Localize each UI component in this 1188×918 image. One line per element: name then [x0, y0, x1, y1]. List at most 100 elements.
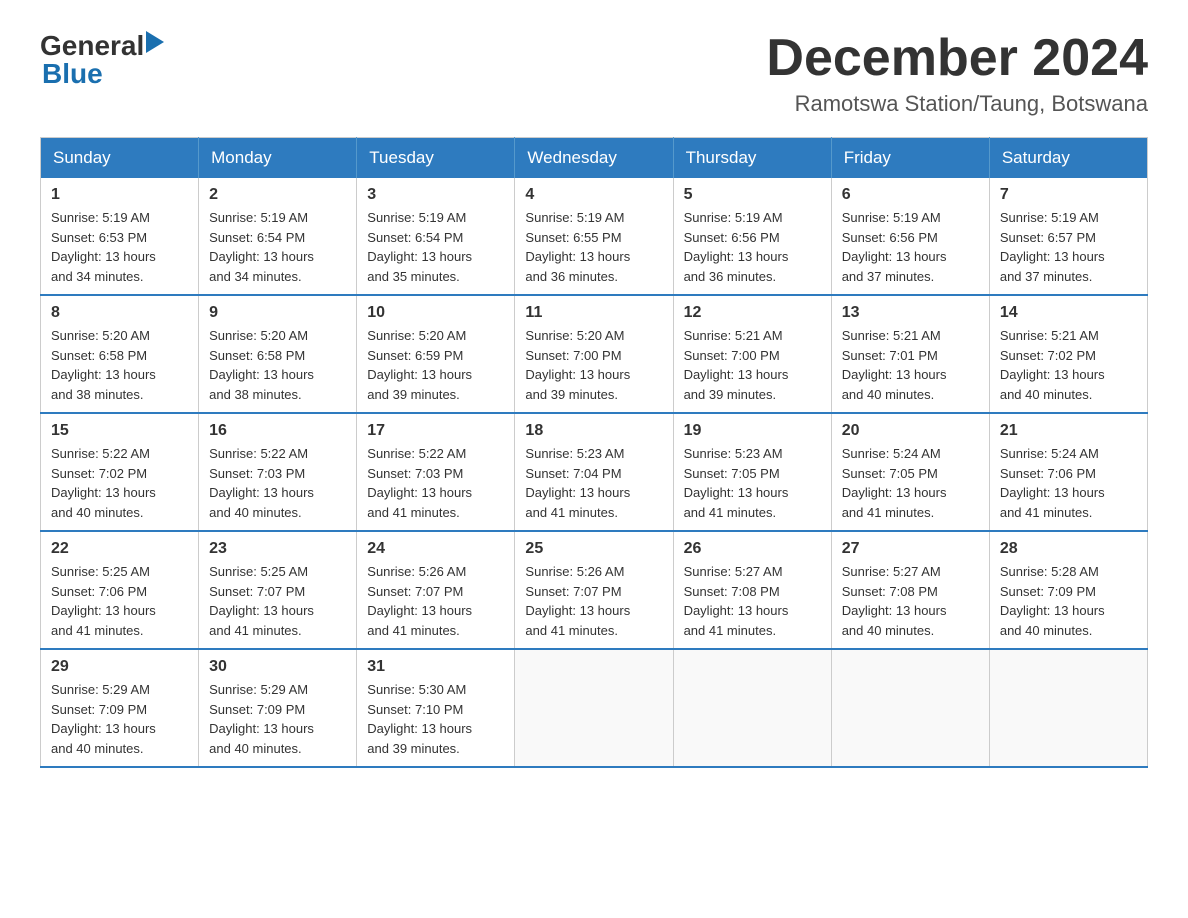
- day-number: 26: [684, 540, 821, 558]
- calendar-cell: 3 Sunrise: 5:19 AM Sunset: 6:54 PM Dayli…: [357, 178, 515, 295]
- calendar-cell: 1 Sunrise: 5:19 AM Sunset: 6:53 PM Dayli…: [41, 178, 199, 295]
- calendar-week-row: 29 Sunrise: 5:29 AM Sunset: 7:09 PM Dayl…: [41, 649, 1148, 767]
- calendar-cell: 15 Sunrise: 5:22 AM Sunset: 7:02 PM Dayl…: [41, 413, 199, 531]
- day-info: Sunrise: 5:30 AM Sunset: 7:10 PM Dayligh…: [367, 680, 504, 758]
- day-info: Sunrise: 5:21 AM Sunset: 7:01 PM Dayligh…: [842, 326, 979, 404]
- day-info: Sunrise: 5:19 AM Sunset: 6:54 PM Dayligh…: [367, 208, 504, 286]
- day-number: 24: [367, 540, 504, 558]
- day-number: 23: [209, 540, 346, 558]
- calendar-cell: 6 Sunrise: 5:19 AM Sunset: 6:56 PM Dayli…: [831, 178, 989, 295]
- day-info: Sunrise: 5:29 AM Sunset: 7:09 PM Dayligh…: [209, 680, 346, 758]
- calendar-cell: 23 Sunrise: 5:25 AM Sunset: 7:07 PM Dayl…: [199, 531, 357, 649]
- calendar-cell: 12 Sunrise: 5:21 AM Sunset: 7:00 PM Dayl…: [673, 295, 831, 413]
- day-number: 29: [51, 658, 188, 676]
- calendar-header-monday: Monday: [199, 138, 357, 179]
- calendar-cell: 30 Sunrise: 5:29 AM Sunset: 7:09 PM Dayl…: [199, 649, 357, 767]
- day-number: 1: [51, 186, 188, 204]
- calendar-cell: [831, 649, 989, 767]
- logo-triangle-icon: [146, 31, 164, 53]
- title-section: December 2024 Ramotswa Station/Taung, Bo…: [766, 30, 1148, 117]
- calendar-cell: [515, 649, 673, 767]
- calendar-cell: 5 Sunrise: 5:19 AM Sunset: 6:56 PM Dayli…: [673, 178, 831, 295]
- month-title: December 2024: [766, 30, 1148, 87]
- calendar-header-saturday: Saturday: [989, 138, 1147, 179]
- day-info: Sunrise: 5:19 AM Sunset: 6:54 PM Dayligh…: [209, 208, 346, 286]
- day-number: 20: [842, 422, 979, 440]
- day-info: Sunrise: 5:23 AM Sunset: 7:04 PM Dayligh…: [525, 444, 662, 522]
- day-info: Sunrise: 5:21 AM Sunset: 7:00 PM Dayligh…: [684, 326, 821, 404]
- calendar-header-wednesday: Wednesday: [515, 138, 673, 179]
- day-info: Sunrise: 5:19 AM Sunset: 6:55 PM Dayligh…: [525, 208, 662, 286]
- calendar-week-row: 1 Sunrise: 5:19 AM Sunset: 6:53 PM Dayli…: [41, 178, 1148, 295]
- calendar-cell: 22 Sunrise: 5:25 AM Sunset: 7:06 PM Dayl…: [41, 531, 199, 649]
- day-number: 7: [1000, 186, 1137, 204]
- day-number: 25: [525, 540, 662, 558]
- day-info: Sunrise: 5:22 AM Sunset: 7:02 PM Dayligh…: [51, 444, 188, 522]
- calendar-cell: 26 Sunrise: 5:27 AM Sunset: 7:08 PM Dayl…: [673, 531, 831, 649]
- day-number: 31: [367, 658, 504, 676]
- day-number: 5: [684, 186, 821, 204]
- calendar-header-friday: Friday: [831, 138, 989, 179]
- day-number: 9: [209, 304, 346, 322]
- day-number: 22: [51, 540, 188, 558]
- calendar-cell: 20 Sunrise: 5:24 AM Sunset: 7:05 PM Dayl…: [831, 413, 989, 531]
- calendar-week-row: 22 Sunrise: 5:25 AM Sunset: 7:06 PM Dayl…: [41, 531, 1148, 649]
- calendar-cell: 31 Sunrise: 5:30 AM Sunset: 7:10 PM Dayl…: [357, 649, 515, 767]
- day-number: 8: [51, 304, 188, 322]
- day-info: Sunrise: 5:19 AM Sunset: 6:53 PM Dayligh…: [51, 208, 188, 286]
- day-info: Sunrise: 5:27 AM Sunset: 7:08 PM Dayligh…: [842, 562, 979, 640]
- calendar-cell: 7 Sunrise: 5:19 AM Sunset: 6:57 PM Dayli…: [989, 178, 1147, 295]
- calendar-cell: [989, 649, 1147, 767]
- day-info: Sunrise: 5:26 AM Sunset: 7:07 PM Dayligh…: [367, 562, 504, 640]
- day-info: Sunrise: 5:19 AM Sunset: 6:57 PM Dayligh…: [1000, 208, 1137, 286]
- day-number: 6: [842, 186, 979, 204]
- calendar-cell: 13 Sunrise: 5:21 AM Sunset: 7:01 PM Dayl…: [831, 295, 989, 413]
- day-number: 12: [684, 304, 821, 322]
- day-info: Sunrise: 5:20 AM Sunset: 6:58 PM Dayligh…: [209, 326, 346, 404]
- day-info: Sunrise: 5:24 AM Sunset: 7:05 PM Dayligh…: [842, 444, 979, 522]
- day-number: 28: [1000, 540, 1137, 558]
- calendar-cell: 11 Sunrise: 5:20 AM Sunset: 7:00 PM Dayl…: [515, 295, 673, 413]
- day-info: Sunrise: 5:29 AM Sunset: 7:09 PM Dayligh…: [51, 680, 188, 758]
- calendar-cell: 25 Sunrise: 5:26 AM Sunset: 7:07 PM Dayl…: [515, 531, 673, 649]
- day-info: Sunrise: 5:26 AM Sunset: 7:07 PM Dayligh…: [525, 562, 662, 640]
- day-number: 21: [1000, 422, 1137, 440]
- calendar-header-thursday: Thursday: [673, 138, 831, 179]
- calendar-header-row: SundayMondayTuesdayWednesdayThursdayFrid…: [41, 138, 1148, 179]
- calendar-week-row: 15 Sunrise: 5:22 AM Sunset: 7:02 PM Dayl…: [41, 413, 1148, 531]
- day-number: 13: [842, 304, 979, 322]
- day-number: 30: [209, 658, 346, 676]
- day-info: Sunrise: 5:28 AM Sunset: 7:09 PM Dayligh…: [1000, 562, 1137, 640]
- day-info: Sunrise: 5:20 AM Sunset: 6:58 PM Dayligh…: [51, 326, 188, 404]
- day-info: Sunrise: 5:21 AM Sunset: 7:02 PM Dayligh…: [1000, 326, 1137, 404]
- day-number: 11: [525, 304, 662, 322]
- calendar-cell: [673, 649, 831, 767]
- calendar-cell: 27 Sunrise: 5:27 AM Sunset: 7:08 PM Dayl…: [831, 531, 989, 649]
- day-info: Sunrise: 5:19 AM Sunset: 6:56 PM Dayligh…: [842, 208, 979, 286]
- day-number: 3: [367, 186, 504, 204]
- calendar-cell: 18 Sunrise: 5:23 AM Sunset: 7:04 PM Dayl…: [515, 413, 673, 531]
- calendar-cell: 21 Sunrise: 5:24 AM Sunset: 7:06 PM Dayl…: [989, 413, 1147, 531]
- calendar-cell: 2 Sunrise: 5:19 AM Sunset: 6:54 PM Dayli…: [199, 178, 357, 295]
- day-info: Sunrise: 5:20 AM Sunset: 7:00 PM Dayligh…: [525, 326, 662, 404]
- logo-blue-text: Blue: [42, 58, 103, 90]
- day-info: Sunrise: 5:22 AM Sunset: 7:03 PM Dayligh…: [367, 444, 504, 522]
- day-number: 16: [209, 422, 346, 440]
- day-number: 17: [367, 422, 504, 440]
- calendar-header-sunday: Sunday: [41, 138, 199, 179]
- day-info: Sunrise: 5:19 AM Sunset: 6:56 PM Dayligh…: [684, 208, 821, 286]
- day-number: 18: [525, 422, 662, 440]
- day-number: 10: [367, 304, 504, 322]
- calendar-cell: 10 Sunrise: 5:20 AM Sunset: 6:59 PM Dayl…: [357, 295, 515, 413]
- day-number: 2: [209, 186, 346, 204]
- calendar-cell: 28 Sunrise: 5:28 AM Sunset: 7:09 PM Dayl…: [989, 531, 1147, 649]
- logo: General Blue: [40, 30, 164, 90]
- day-number: 19: [684, 422, 821, 440]
- calendar-header-tuesday: Tuesday: [357, 138, 515, 179]
- calendar-cell: 8 Sunrise: 5:20 AM Sunset: 6:58 PM Dayli…: [41, 295, 199, 413]
- day-info: Sunrise: 5:23 AM Sunset: 7:05 PM Dayligh…: [684, 444, 821, 522]
- day-number: 27: [842, 540, 979, 558]
- calendar-cell: 19 Sunrise: 5:23 AM Sunset: 7:05 PM Dayl…: [673, 413, 831, 531]
- calendar-cell: 17 Sunrise: 5:22 AM Sunset: 7:03 PM Dayl…: [357, 413, 515, 531]
- calendar-table: SundayMondayTuesdayWednesdayThursdayFrid…: [40, 137, 1148, 768]
